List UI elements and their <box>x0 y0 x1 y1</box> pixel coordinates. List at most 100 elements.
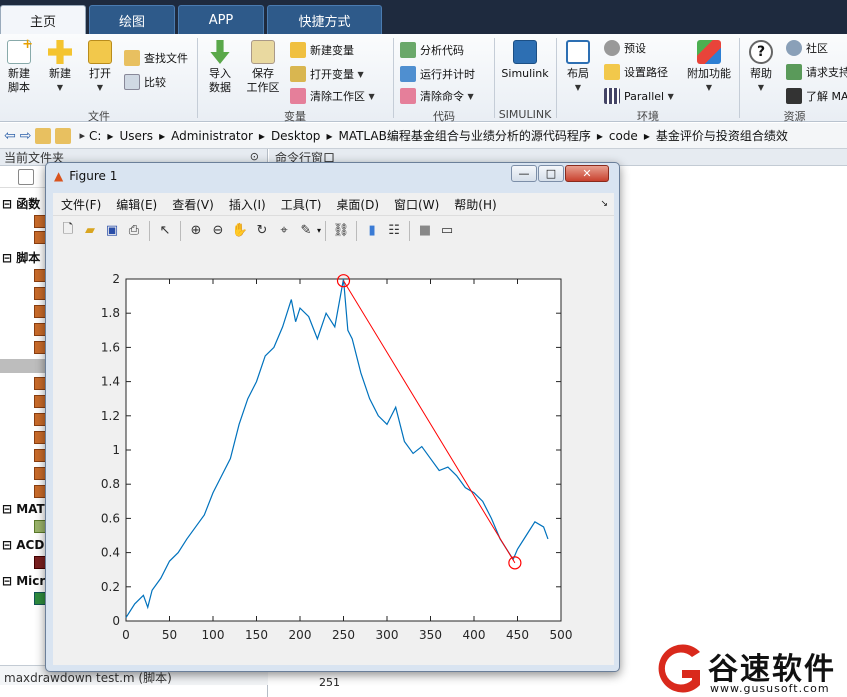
request-support-link[interactable]: 请求支持 <box>786 64 847 80</box>
menu-tools[interactable]: 工具(T) <box>281 196 322 213</box>
tab-apps[interactable]: APP <box>178 5 264 34</box>
divider <box>494 38 495 118</box>
x-tick-label: 0 <box>122 628 130 642</box>
new-script-label: 新建 脚本 <box>8 67 30 94</box>
breadcrumb-separator: ▸ <box>107 128 114 143</box>
back-arrow-icon[interactable]: ⇦ <box>4 128 16 144</box>
forward-arrow-icon[interactable]: ⇨ <box>20 128 32 144</box>
menu-file[interactable]: 文件(F) <box>61 196 101 213</box>
rotate-3d-icon[interactable]: ↻ <box>253 222 271 240</box>
import-data-button[interactable]: 导入 数据 <box>203 40 237 95</box>
menu-edit[interactable]: 编辑(E) <box>116 196 157 213</box>
open-file-icon[interactable]: ▰ <box>81 222 99 240</box>
print-icon[interactable]: ⎙ <box>125 222 143 240</box>
clear-commands-button[interactable]: 清除命令 ▼ <box>400 88 474 104</box>
pan-hand-icon[interactable]: ✋ <box>231 222 249 240</box>
new-button[interactable]: 新建 ▼ <box>44 40 76 95</box>
breadcrumb-users[interactable]: Users <box>119 129 153 143</box>
maximize-button[interactable]: □ <box>538 165 564 182</box>
simulink-button[interactable]: Simulink <box>498 40 552 81</box>
figure-canvas[interactable]: 0 50 100 150 200 250 300 350 400 450 500 0 0.2 0.4 0.6… <box>53 245 614 665</box>
data-cursor-icon[interactable]: ⌖ <box>275 222 293 240</box>
breadcrumb-separator: ▸ <box>258 128 265 143</box>
group-acd-label: ACD <box>16 538 45 552</box>
preferences-button[interactable]: 预设 <box>604 40 646 56</box>
layout-button[interactable]: 布局 ▼ <box>562 40 594 95</box>
parallel-button[interactable]: Parallel ▼ <box>604 88 674 104</box>
pointer-icon[interactable]: ↖ <box>156 222 174 240</box>
new-variable-label: 新建变量 <box>310 44 354 57</box>
group-functions[interactable]: ⊟ 函数 <box>2 195 40 212</box>
menu-desktop[interactable]: 桌面(D) <box>336 196 379 213</box>
group-microsoft[interactable]: ⊟ Micr <box>2 574 45 588</box>
figure-titlebar[interactable]: ▲ Figure 1 — □ ✕ <box>46 163 619 189</box>
figure-window[interactable]: ▲ Figure 1 — □ ✕ 文件(F) 编辑(E) 查看(V) 插入(I)… <box>45 162 620 672</box>
menu-insert[interactable]: 插入(I) <box>229 196 266 213</box>
chevron-down-icon[interactable]: ▾ <box>317 226 321 235</box>
open-variable-label: 打开变量 <box>310 68 354 81</box>
line-chart[interactable]: 0 50 100 150 200 250 300 350 400 450 500 0 0.2 0.4 0.6… <box>53 245 614 665</box>
breadcrumb-code[interactable]: code <box>609 129 638 143</box>
save-workspace-icon <box>251 40 275 64</box>
learn-matlab-link[interactable]: 了解 MA <box>786 88 847 104</box>
save-icon[interactable]: ▣ <box>103 222 121 240</box>
colorbar-icon[interactable]: ▮ <box>363 222 381 240</box>
clear-workspace-button[interactable]: 清除工作区 ▼ <box>290 88 375 104</box>
show-plot-tools-icon[interactable]: ▭ <box>438 222 456 240</box>
selected-row[interactable] <box>0 359 46 373</box>
minimize-button[interactable]: — <box>511 165 537 182</box>
breadcrumb-desktop[interactable]: Desktop <box>271 129 321 143</box>
link-plot-icon[interactable]: ⛓ <box>332 222 350 240</box>
y-tick-label: 0 <box>112 614 120 628</box>
help-label: 帮助 <box>750 67 772 80</box>
menu-view[interactable]: 查看(V) <box>172 196 214 213</box>
browse-folder-icon[interactable] <box>55 127 72 144</box>
run-and-time-button[interactable]: 运行并计时 <box>400 66 475 82</box>
help-button[interactable]: ? 帮助 ▼ <box>746 40 776 95</box>
set-path-button[interactable]: 设置路径 <box>604 64 668 80</box>
breadcrumb-administrator[interactable]: Administrator <box>171 129 253 143</box>
find-files-button[interactable]: 查找文件 <box>124 50 188 66</box>
legend-icon[interactable]: ☷ <box>385 222 403 240</box>
open-button[interactable]: 打开 ▼ <box>84 40 116 95</box>
divider <box>409 220 411 241</box>
figure-menubar: 文件(F) 编辑(E) 查看(V) 插入(I) 工具(T) 桌面(D) 窗口(W… <box>53 193 614 215</box>
eraser-icon <box>290 88 306 104</box>
x-tick-label: 350 <box>419 628 442 642</box>
new-script-button[interactable]: + 新建 脚本 <box>4 38 34 95</box>
file-column-icon <box>18 169 34 185</box>
new-variable-button[interactable]: 新建变量 <box>290 42 354 58</box>
menu-help[interactable]: 帮助(H) <box>454 196 496 213</box>
group-scripts[interactable]: ⊟ 脚本 <box>2 249 40 266</box>
dock-arrow-icon[interactable]: ↘ <box>600 199 608 209</box>
zoom-out-icon[interactable]: ⊖ <box>209 222 227 240</box>
open-variable-button[interactable]: 打开变量 ▼ <box>290 66 364 82</box>
close-button[interactable]: ✕ <box>565 165 609 182</box>
command-output-text: 251 <box>319 676 340 689</box>
tab-home[interactable]: 主页 <box>0 5 86 34</box>
zoom-in-icon[interactable]: ⊕ <box>187 222 205 240</box>
brush-icon[interactable]: ✎ <box>297 222 315 240</box>
breadcrumb-fund[interactable]: 基金评价与投资组合绩效 <box>656 127 788 144</box>
up-folder-icon[interactable] <box>35 127 52 144</box>
addons-button[interactable]: 附加功能 ▼ <box>684 40 734 95</box>
tab-shortcuts[interactable]: 快捷方式 <box>267 5 382 34</box>
breadcrumb-project[interactable]: MATLAB编程基金组合与业绩分析的源代码程序 <box>338 127 590 144</box>
hide-plot-tools-icon[interactable]: ■ <box>416 222 434 240</box>
x-tick-label: 300 <box>376 628 399 642</box>
open-variable-icon <box>290 66 306 82</box>
ribbon: + 新建 脚本 新建 ▼ 打开 ▼ 查找文件 比较 文件 导入 数据 保存 工作… <box>0 34 847 123</box>
y-tick-label: 1.4 <box>101 375 120 389</box>
save-workspace-button[interactable]: 保存 工作区 <box>244 40 282 95</box>
new-figure-icon[interactable]: 🗋 <box>59 222 77 240</box>
menu-window[interactable]: 窗口(W) <box>394 196 439 213</box>
tab-plots[interactable]: 绘图 <box>89 5 175 34</box>
group-acd[interactable]: ⊟ ACD <box>2 538 44 552</box>
breadcrumb-drive[interactable]: C: <box>89 129 101 143</box>
analyze-code-button[interactable]: 分析代码 <box>400 42 464 58</box>
group-mat[interactable]: ⊟ MAT <box>2 502 45 516</box>
y-tick-label: 1.6 <box>101 340 120 354</box>
compare-button[interactable]: 比较 <box>124 74 166 90</box>
request-support-label: 请求支持 <box>806 66 847 79</box>
community-link[interactable]: 社区 <box>786 40 828 56</box>
